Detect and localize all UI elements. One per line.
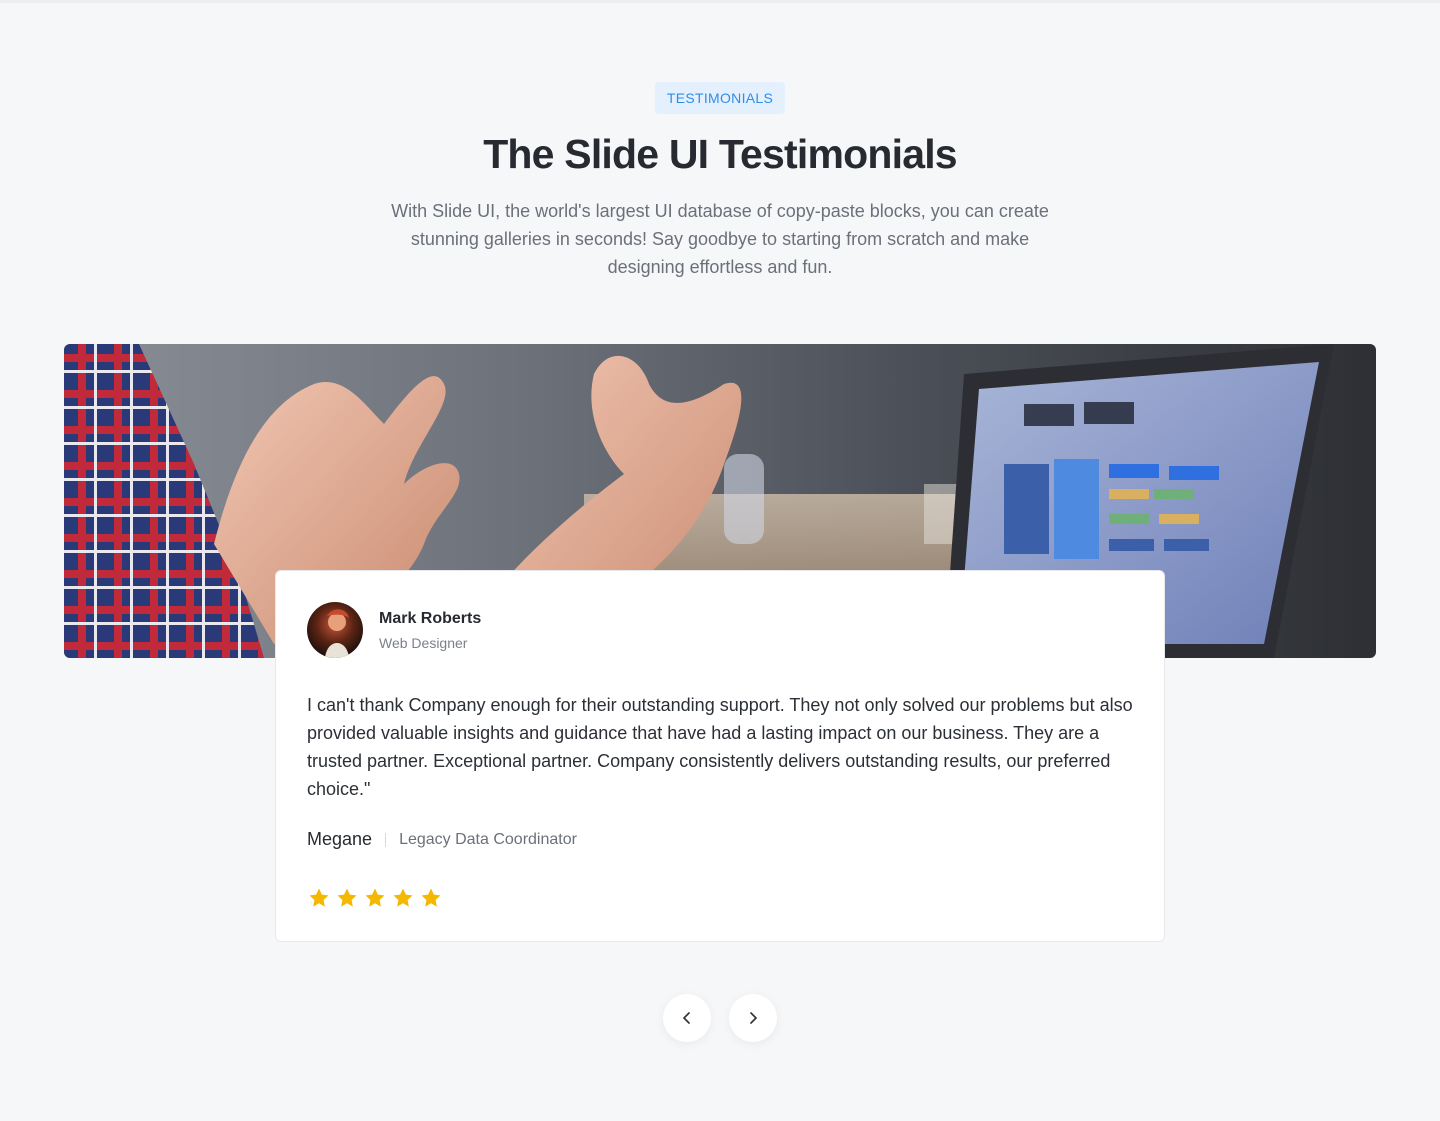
- next-button[interactable]: [729, 994, 777, 1042]
- star-icon: [309, 888, 329, 907]
- star-rating: [307, 886, 443, 910]
- section-title: The Slide UI Testimonials: [483, 131, 957, 177]
- testimonial-card: Mark Roberts Web Designer I can't thank …: [275, 570, 1165, 942]
- star-icon: [393, 888, 413, 907]
- reviewer-info: Megane Legacy Data Coordinator: [307, 829, 577, 850]
- testimonial-quote: I can't thank Company enough for their o…: [307, 695, 1133, 799]
- chevron-left-icon: [683, 1012, 690, 1024]
- avatar: [307, 602, 363, 658]
- section-badge: TESTIMONIALS: [654, 82, 786, 114]
- star-icon: [337, 888, 357, 907]
- reviewer-name: Megane: [307, 829, 373, 849]
- author-role: Web Designer: [379, 635, 468, 651]
- star-icon: [421, 888, 441, 907]
- author-name: Mark Roberts: [379, 610, 482, 627]
- star-icon: [365, 888, 385, 907]
- divider: [385, 832, 387, 847]
- testimonials-section: TESTIMONIALS The Slide UI Testimonials W…: [0, 0, 1440, 1121]
- reviewer-title: Legacy Data Coordinator: [399, 830, 577, 848]
- previous-button[interactable]: [663, 994, 711, 1042]
- section-subtitle: With Slide UI, the world's largest UI da…: [391, 201, 1049, 277]
- chevron-right-icon: [750, 1012, 757, 1024]
